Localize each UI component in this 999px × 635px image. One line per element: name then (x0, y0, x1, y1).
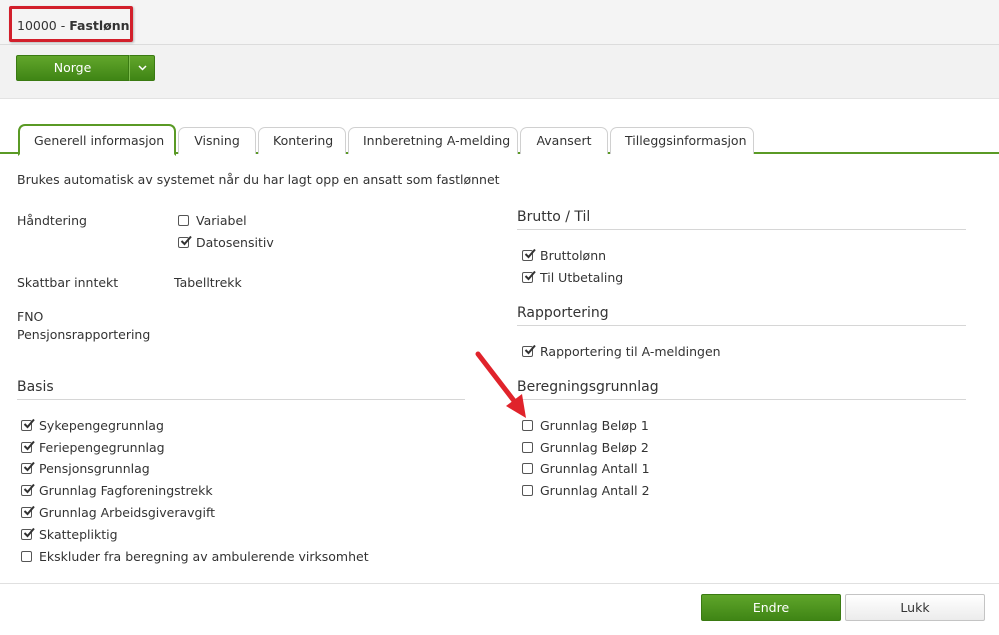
tab-kontering[interactable]: Kontering (258, 127, 346, 154)
checkbox-label: Grunnlag Arbeidsgiveravgift (39, 505, 216, 520)
basis-divider (17, 399, 465, 400)
checkmark-icon (21, 418, 35, 431)
checkbox-label: Skattepliktig (39, 527, 118, 542)
tab-innberetning-a-melding[interactable]: Innberetning A-melding (348, 127, 518, 154)
checkbox-rapportering-a-meldingen[interactable]: Rapportering til A-meldingen (522, 344, 721, 359)
checkbox-label: Ekskluder fra beregning av ambulerende v… (39, 549, 369, 564)
checkmark-icon (21, 505, 35, 518)
checkbox-unchecked-icon (21, 551, 32, 562)
tab-avansert[interactable]: Avansert (520, 127, 608, 154)
country-button[interactable]: Norge (16, 55, 129, 81)
checkbox-til-utbetaling[interactable]: Til Utbetaling (522, 270, 623, 285)
title-bar (0, 0, 999, 45)
checkbox-label: Pensjonsgrunnlag (39, 461, 150, 476)
beregningsgrunnlag-divider (517, 399, 966, 400)
checkbox-pensjonsgrunnlag[interactable]: Pensjonsgrunnlag (21, 461, 150, 476)
checkbox-ekskluder-ambulerende[interactable]: Ekskluder fra beregning av ambulerende v… (21, 549, 369, 564)
skattbar-inntekt-value: Tabelltrekk (174, 275, 242, 290)
rapportering-section-title: Rapportering (517, 305, 609, 321)
lukk-button[interactable]: Lukk (845, 594, 985, 621)
tab-generell-informasjon[interactable]: Generell informasjon (18, 124, 176, 156)
title-separator: - (56, 18, 70, 33)
skattbar-inntekt-label: Skattbar inntekt (17, 275, 119, 290)
checkbox-label: Variabel (196, 213, 247, 228)
checkmark-icon (178, 235, 192, 248)
rapportering-divider (517, 325, 966, 326)
tab-bar: Generell informasjon Visning Kontering I… (0, 124, 999, 156)
checkbox-grunnlag-antall-1[interactable]: Grunnlag Antall 1 (522, 461, 650, 476)
checkbox-unchecked-icon (522, 463, 533, 474)
checkbox-skattepliktig[interactable]: Skattepliktig (21, 527, 118, 542)
checkbox-grunnlag-fagforeningstrekk[interactable]: Grunnlag Fagforeningstrekk (21, 483, 213, 498)
checkbox-grunnlag-arbeidsgiveravgift[interactable]: Grunnlag Arbeidsgiveravgift (21, 505, 215, 520)
checkbox-unchecked-icon (522, 442, 533, 453)
checkbox-datosensitiv[interactable]: Datosensitiv (178, 235, 274, 250)
checkbox-bruttolonn[interactable]: Bruttolønn (522, 248, 606, 263)
checkbox-label: Grunnlag Beløp 1 (540, 418, 649, 433)
checkbox-label: Til Utbetaling (540, 270, 624, 285)
tab-visning[interactable]: Visning (178, 127, 256, 154)
tab-tilleggsinformasjon[interactable]: Tilleggsinformasjon (610, 127, 754, 154)
checkbox-grunnlag-belop-2[interactable]: Grunnlag Beløp 2 (522, 440, 649, 455)
checkbox-label: Sykepengegrunnlag (39, 418, 164, 433)
checkbox-label: Grunnlag Antall 2 (540, 483, 650, 498)
checkbox-sykepengegrunnlag[interactable]: Sykepengegrunnlag (21, 418, 164, 433)
checkbox-label: Feriepengegrunnlag (39, 440, 165, 455)
brutto-divider (517, 229, 966, 230)
checkbox-label: Grunnlag Antall 1 (540, 461, 650, 476)
checkbox-label: Rapportering til A-meldingen (540, 344, 721, 359)
pay-code: 10000 (17, 18, 57, 33)
checkbox-feriepengegrunnlag[interactable]: Feriepengegrunnlag (21, 440, 165, 455)
pensjonsrapportering-label: Pensjonsrapportering (17, 327, 151, 342)
checkbox-label: Grunnlag Fagforeningstrekk (39, 483, 213, 498)
page-title: 10000 - Fastlønn (17, 18, 130, 33)
page-header: 10000 - Fastlønn Norge (0, 0, 999, 99)
basis-section-title: Basis (17, 379, 54, 395)
country-dropdown-toggle[interactable] (129, 55, 155, 81)
brutto-til-section-title: Brutto / Til (517, 209, 591, 225)
checkbox-unchecked-icon (522, 485, 533, 496)
pay-type-name: Fastlønn (69, 18, 130, 33)
checkbox-variabel[interactable]: Variabel (178, 213, 247, 228)
checkbox-unchecked-icon (178, 215, 189, 226)
checkbox-label: Datosensitiv (196, 235, 274, 250)
checkbox-label: Bruttolønn (540, 248, 607, 263)
checkmark-icon (21, 440, 35, 453)
footer-divider (0, 583, 999, 584)
checkbox-grunnlag-belop-1[interactable]: Grunnlag Beløp 1 (522, 418, 649, 433)
checkbox-grunnlag-antall-2[interactable]: Grunnlag Antall 2 (522, 483, 650, 498)
red-arrow-icon (475, 351, 526, 418)
endre-button[interactable]: Endre (701, 594, 841, 621)
checkmark-icon (21, 527, 35, 540)
checkmark-icon (522, 248, 536, 261)
handtering-label: Håndtering (17, 213, 87, 228)
fno-label: FNO (17, 309, 44, 324)
chevron-down-icon (137, 65, 147, 71)
checkmark-icon (21, 461, 35, 474)
description-text: Brukes automatisk av systemet når du har… (17, 172, 500, 187)
checkbox-label: Grunnlag Beløp 2 (540, 440, 649, 455)
checkmark-icon (21, 483, 35, 496)
checkmark-icon (522, 270, 536, 283)
beregningsgrunnlag-section-title: Beregningsgrunnlag (517, 379, 659, 395)
